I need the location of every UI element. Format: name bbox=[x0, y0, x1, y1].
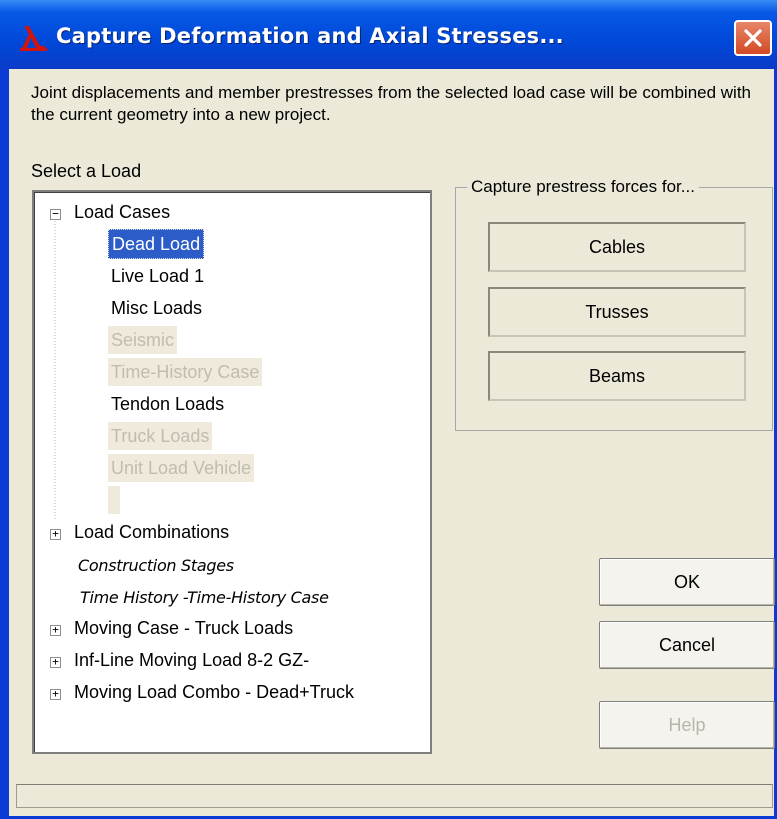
trusses-toggle-button[interactable]: Trusses bbox=[488, 287, 746, 337]
tree-item-truck-loads: Truck Loads bbox=[108, 422, 213, 450]
tree-item-dead-load[interactable]: Dead Load bbox=[108, 229, 205, 259]
close-icon bbox=[744, 29, 762, 47]
tree-item-unit-load-vehicle: Unit Load Vehicle bbox=[108, 454, 255, 482]
tree-node-inf-line[interactable]: Inf-Line Moving Load 8-2 GZ- bbox=[74, 650, 309, 671]
select-load-label: Select a Load bbox=[31, 161, 142, 181]
tree-node-time-history[interactable]: Time History -Time-History Case bbox=[80, 588, 329, 607]
tree-node-load-combinations[interactable]: Load Combinations bbox=[74, 522, 229, 543]
ok-button[interactable]: OK bbox=[599, 558, 775, 606]
cables-toggle-button[interactable]: Cables bbox=[488, 222, 746, 272]
expand-icon[interactable]: + bbox=[50, 624, 61, 636]
close-button[interactable] bbox=[734, 20, 772, 56]
tree-item-blank bbox=[108, 486, 120, 514]
status-bar bbox=[16, 784, 773, 808]
expand-icon[interactable]: + bbox=[50, 528, 61, 540]
tree-item-seismic: Seismic bbox=[108, 326, 178, 354]
tree-node-load-cases[interactable]: Load Cases bbox=[74, 202, 170, 223]
expand-icon[interactable]: + bbox=[50, 656, 61, 668]
tree-item-tendon-loads[interactable]: Tendon Loads bbox=[108, 390, 227, 418]
help-button: Help bbox=[599, 701, 775, 749]
tree-node-moving-case[interactable]: Moving Case - Truck Loads bbox=[74, 618, 293, 639]
capture-deformation-dialog: Capture Deformation and Axial Stresses..… bbox=[0, 0, 777, 819]
load-tree[interactable]: − Load Cases Dead Load Live Load 1 Misc … bbox=[32, 190, 432, 754]
tree-node-moving-combo[interactable]: Moving Load Combo - Dead+Truck bbox=[74, 682, 354, 703]
collapse-icon[interactable]: − bbox=[50, 208, 61, 220]
tree-item-time-history-case: Time-History Case bbox=[108, 358, 263, 386]
tree-node-construction-stages[interactable]: Construction Stages bbox=[78, 556, 234, 575]
window-title: Capture Deformation and Axial Stresses..… bbox=[56, 24, 564, 48]
tree-item-live-load-1[interactable]: Live Load 1 bbox=[108, 262, 207, 290]
tree-connector-line bbox=[54, 221, 56, 521]
beams-toggle-button[interactable]: Beams bbox=[488, 351, 746, 401]
description-text: Joint displacements and member prestress… bbox=[31, 83, 752, 124]
expand-icon[interactable]: + bbox=[50, 688, 61, 700]
cancel-button[interactable]: Cancel bbox=[599, 621, 775, 669]
title-bar[interactable]: Capture Deformation and Axial Stresses..… bbox=[0, 0, 777, 69]
tree-item-misc-loads[interactable]: Misc Loads bbox=[108, 294, 205, 322]
lambda-logo-icon bbox=[20, 26, 47, 51]
prestress-group-title: Capture prestress forces for... bbox=[467, 177, 699, 197]
